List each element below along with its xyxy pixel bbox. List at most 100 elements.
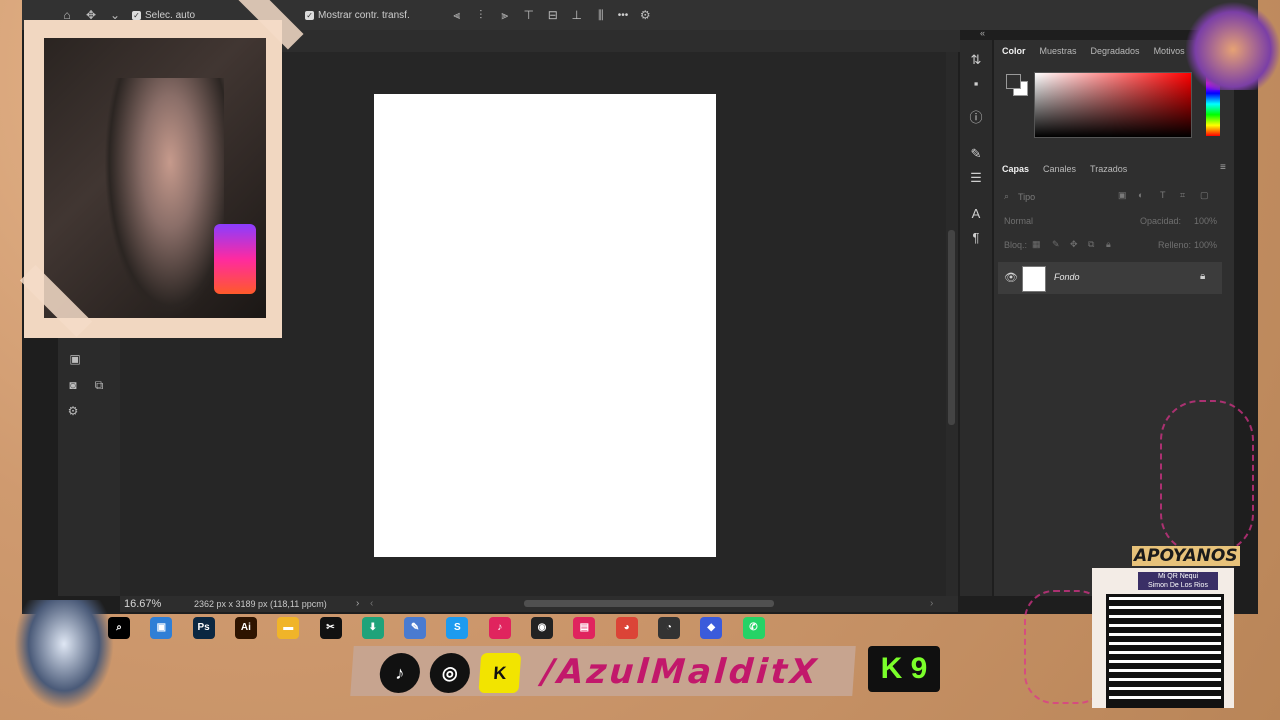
qr-caption: Mi QR Nequi Simon De Los Rios: [1138, 572, 1218, 590]
layer-row[interactable]: 👁︎ Fondo 🔒︎: [998, 262, 1222, 294]
layer-filter-input[interactable]: Tipo: [1018, 192, 1035, 202]
taskbar-illustrator-icon[interactable]: Ai: [234, 617, 257, 639]
opacity-label: Opacidad:: [1140, 216, 1182, 226]
taskbar-search-icon[interactable]: ⌕: [108, 617, 130, 639]
info-icon[interactable]: ⓘ: [968, 110, 984, 126]
fill-input[interactable]: 100%: [1194, 240, 1217, 250]
filter-image-icon[interactable]: ▣: [1118, 190, 1127, 201]
fg-bg-color-icon[interactable]: ▣: [68, 352, 82, 366]
streamer: [104, 78, 224, 318]
apoyanos-title: APOYANOS: [1132, 546, 1240, 566]
taskbar-app-diamond-icon[interactable]: ◆: [700, 617, 723, 639]
qr-caption-line1: Mi QR Nequi: [1157, 573, 1199, 580]
kick-icon: K: [478, 653, 522, 693]
taskbar-photoshop-icon[interactable]: Ps: [192, 617, 215, 639]
filter-shape-icon[interactable]: ⌗: [1180, 190, 1185, 201]
lock-transparency-icon[interactable]: ▦: [1032, 239, 1041, 250]
tab-paths[interactable]: Trazados: [1090, 164, 1127, 174]
visibility-eye-icon[interactable]: 👁︎: [1004, 271, 1018, 284]
foreground-swatch[interactable]: [1006, 74, 1021, 89]
distribute-icon[interactable]: ⫼: [594, 8, 608, 22]
instagram-icon: ◎: [428, 653, 472, 693]
channel-mascot-image: [1186, 0, 1280, 90]
foreground-background-swatches[interactable]: [1006, 74, 1028, 96]
document-canvas[interactable]: [374, 94, 716, 557]
devil-sketch-decoration: [1160, 400, 1254, 554]
color-picker-field[interactable]: [1034, 72, 1192, 138]
taskbar: ⌕ ▣ Ps Ai ▬ ✂ ⬇ ✎ S ♪ ◉ ▤ ◕ ◔ ◆ ✆: [100, 612, 790, 644]
zoom-level[interactable]: 16.67%: [124, 598, 161, 610]
taskbar-skype-icon[interactable]: S: [446, 617, 469, 639]
align-top-icon[interactable]: ⊤: [522, 8, 536, 22]
align-right-icon[interactable]: ⫸: [498, 8, 512, 22]
opacity-input[interactable]: 100%: [1194, 216, 1217, 226]
tab-swatches[interactable]: Muestras: [1040, 46, 1077, 56]
chevron-right-icon[interactable]: ›: [356, 598, 359, 609]
show-transform-label: Mostrar contr. transf.: [318, 9, 410, 21]
color-panel-tabs: Color Muestras Degradados Motivos: [994, 40, 1185, 62]
webcam-frame: [24, 20, 282, 338]
auto-select-checkbox[interactable]: ✓ Selec. auto: [132, 10, 195, 21]
tab-color[interactable]: Color: [1002, 46, 1026, 56]
lock-label: Bloq.:: [1004, 240, 1028, 250]
lock-position-icon[interactable]: ✥: [1070, 239, 1078, 250]
show-transform-checkbox[interactable]: ✓ Mostrar contr. transf.: [305, 10, 410, 21]
taskbar-chrome-icon[interactable]: ◕: [615, 617, 638, 639]
adjustments-icon[interactable]: ☰: [968, 170, 984, 186]
panel-menu-icon[interactable]: ≡: [1220, 162, 1226, 173]
comments-icon[interactable]: ▪: [968, 76, 984, 92]
tab-gradients[interactable]: Degradados: [1091, 46, 1140, 56]
layer-filter-row: ⌕ Tipo ▣ ◐ T ⌗ ▢: [1000, 188, 1228, 206]
align-center-icon[interactable]: ⫶: [474, 8, 488, 22]
history-icon[interactable]: ⇅: [968, 52, 984, 68]
taskbar-installer-icon[interactable]: ⬇: [361, 617, 384, 639]
horizontal-scroll-thumb[interactable]: [524, 600, 774, 607]
status-bar: 16.67% 2362 px x 3189 px (118,11 ppcm) ›…: [120, 596, 958, 612]
tab-patterns[interactable]: Motivos: [1154, 46, 1185, 56]
tiktok-icon: ♪: [378, 653, 422, 693]
taskbar-streamlabs-icon[interactable]: ▤: [573, 617, 596, 639]
brush-settings-icon[interactable]: ✎: [968, 146, 984, 162]
tab-channels[interactable]: Canales: [1043, 164, 1076, 174]
lock-artboard-icon[interactable]: ⧉: [1088, 239, 1094, 250]
align-middle-icon[interactable]: ⊟: [546, 8, 560, 22]
filter-smart-object-icon[interactable]: ▢: [1200, 190, 1209, 201]
blend-mode-select[interactable]: Normal: [1004, 216, 1033, 226]
scroll-right-icon[interactable]: ›: [930, 598, 933, 609]
panel-dock: ⇅ ▪ ⓘ ✎ ☰ A ¶: [960, 40, 992, 596]
checkmark-icon: ✓: [132, 10, 141, 20]
filter-adjustment-icon[interactable]: ◐: [1138, 190, 1143, 200]
taskbar-folder-icon[interactable]: ▬: [277, 617, 300, 639]
search-icon: ⌕: [1004, 191, 1010, 201]
collapse-panels-icon[interactable]: «: [980, 28, 985, 38]
tab-layers[interactable]: Capas: [1002, 164, 1029, 174]
align-bottom-icon[interactable]: ⊥: [570, 8, 584, 22]
taskbar-whatsapp-icon[interactable]: ✆: [742, 617, 765, 639]
lock-all-icon[interactable]: 🔒︎: [1106, 239, 1111, 250]
taskbar-paint-icon[interactable]: ✎: [404, 617, 427, 639]
filter-text-icon[interactable]: T: [1160, 190, 1166, 200]
fill-label: Relleno:: [1158, 240, 1192, 250]
document-info[interactable]: 2362 px x 3189 px (118,11 ppcm): [194, 599, 327, 609]
edit-toolbar-icon[interactable]: ⚙: [66, 404, 80, 418]
lock-pixels-icon[interactable]: ✎: [1052, 239, 1060, 250]
rgb-lamp: [214, 224, 256, 294]
taskbar-tiktok-icon[interactable]: ♪: [488, 617, 511, 639]
taskbar-obs-icon[interactable]: ◉: [531, 617, 553, 639]
vertical-scroll-thumb[interactable]: [948, 230, 955, 425]
quick-mask-icon[interactable]: ◙: [66, 378, 80, 392]
more-options-button[interactable]: •••: [618, 10, 629, 21]
layer-name[interactable]: Fondo: [1054, 272, 1080, 282]
character-icon[interactable]: A: [968, 206, 984, 222]
paragraph-icon[interactable]: ¶: [968, 230, 984, 246]
layer-lock-icon[interactable]: 🔒︎: [1200, 271, 1205, 282]
gear-icon[interactable]: ⚙: [638, 8, 652, 22]
taskbar-capcut-icon[interactable]: ✂: [319, 617, 342, 639]
scroll-left-icon[interactable]: ‹: [370, 598, 373, 609]
screen-mode-icon[interactable]: ⧉: [92, 378, 106, 392]
taskbar-file-explorer-gallery-icon[interactable]: ▣: [150, 617, 173, 639]
social-handle: /AzulMalditX: [540, 652, 821, 692]
align-left-icon[interactable]: ⫷: [450, 8, 464, 22]
reaper-mascot-image: [14, 600, 114, 710]
taskbar-obs-recording-icon[interactable]: ◔: [657, 617, 680, 639]
